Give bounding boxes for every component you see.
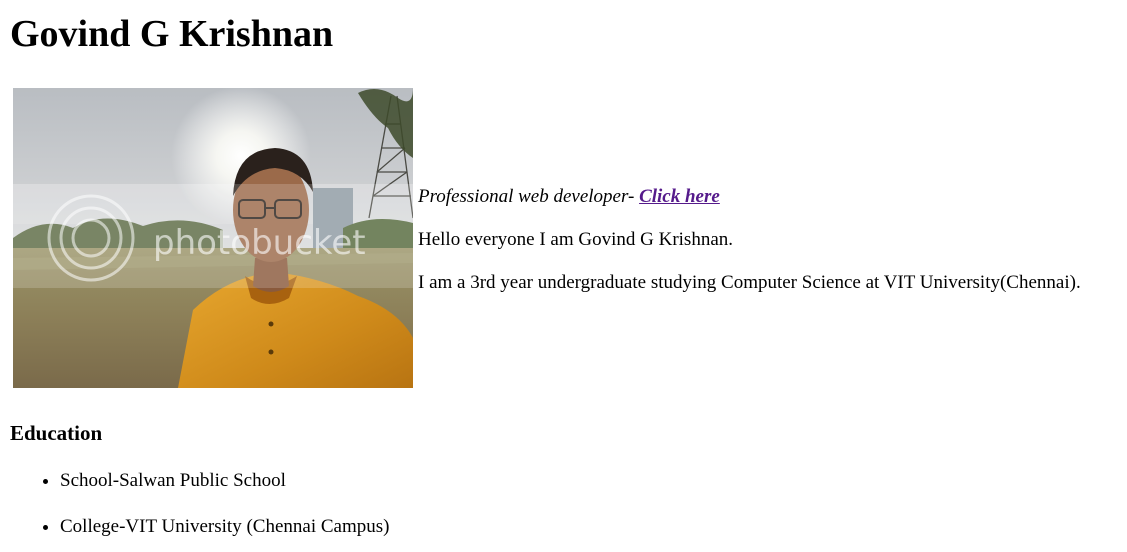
greeting-text: Hello everyone I am Govind G Krishnan. — [418, 229, 734, 250]
profile-photo: photobucket — [13, 88, 413, 388]
education-heading: Education — [10, 421, 103, 445]
tagline-text: Professional web developer- — [418, 186, 640, 207]
photo-watermark: photobucket — [153, 223, 366, 263]
tagline: Professional web developer- Click here — [418, 185, 1081, 209]
page-title: Govind G Krishnan — [10, 13, 334, 55]
bio-text: I am a 3rd year undergraduate studying C… — [418, 272, 1081, 293]
intro-section: Professional web developer- Click here H… — [418, 185, 1081, 295]
education-item-college: College-VIT University (Chennai Campus) — [60, 514, 389, 540]
click-here-link[interactable]: Click here — [639, 186, 720, 207]
education-item-school: School-Salwan Public School — [60, 468, 389, 494]
education-list: School-Salwan Public School College-VIT … — [0, 468, 389, 552]
